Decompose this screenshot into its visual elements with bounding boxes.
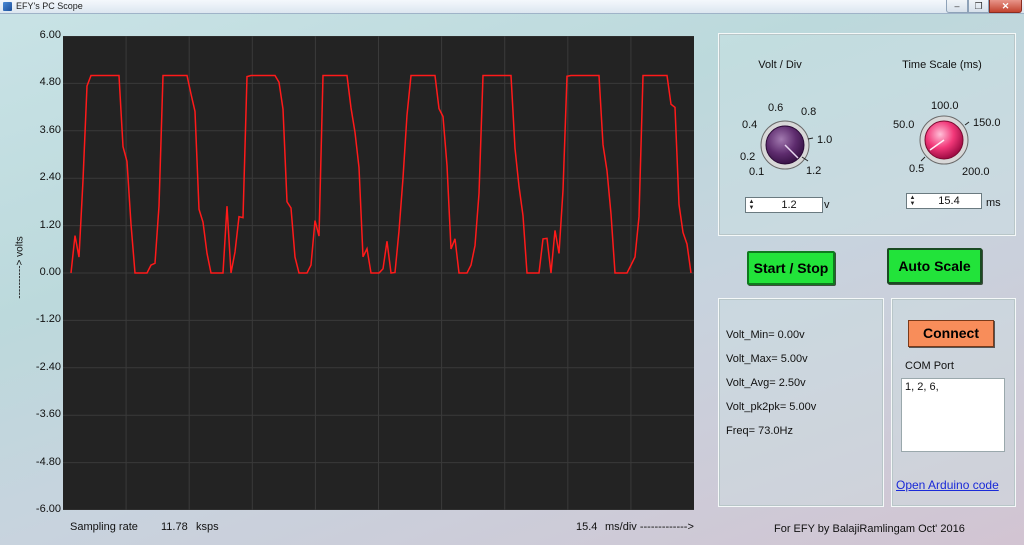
ms-div-value: 15.4 (576, 521, 598, 533)
time-scale-spinbox[interactable]: ▲ ▼ 15.4 (906, 193, 982, 209)
window-title: EFY's PC Scope (16, 1, 83, 11)
volt-dial-0.8: 0.8 (801, 106, 817, 118)
time-dial-50: 50.0 (893, 119, 915, 131)
app-icon (3, 2, 12, 11)
volt-min-readout: Volt_Min= 0.00v (726, 329, 805, 341)
y-tick-label: 2.40 (39, 171, 61, 184)
time-scale-label: Time Scale (ms) (902, 59, 982, 71)
sampling-rate-unit: ksps (196, 521, 219, 533)
scope-plot (63, 36, 694, 510)
volt-spin-arrows[interactable]: ▲ ▼ (747, 199, 756, 211)
volt-div-spinbox[interactable]: ▲ ▼ 1.2 (745, 197, 823, 213)
title-bar: EFY's PC Scope ‒ ❐ ✕ (0, 0, 1024, 14)
y-tick-label: 6.00 (39, 29, 61, 41)
y-tick-label: 1.20 (39, 218, 61, 231)
volt-dial-1.0: 1.0 (817, 134, 833, 146)
y-tick-label: -3.60 (35, 408, 61, 421)
minimize-button[interactable]: ‒ (946, 0, 968, 13)
auto-scale-button[interactable]: Auto Scale (887, 248, 982, 284)
close-button[interactable]: ✕ (989, 0, 1022, 13)
volt-dial-0.4: 0.4 (742, 119, 758, 131)
volt-pk2pk-readout: Volt_pk2pk= 5.00v (726, 401, 817, 413)
volt-div-unit: v (824, 199, 830, 211)
sampling-rate-value: 11.78 (161, 521, 188, 533)
volt-div-knob[interactable] (756, 119, 818, 171)
time-dial-150: 150.0 (973, 117, 1001, 129)
y-tick-label: 3.60 (39, 123, 61, 136)
com-port-label: COM Port (905, 360, 954, 372)
time-scale-knob[interactable] (915, 113, 975, 167)
volt-dial-0.2: 0.2 (740, 151, 756, 163)
connect-button[interactable]: Connect (908, 320, 994, 347)
y-tick-label: -1.20 (35, 313, 61, 326)
com-port-list[interactable]: 1, 2, 6, (901, 378, 1005, 452)
y-tick-label: 0.00 (39, 266, 61, 278)
freq-readout: Freq= 73.0Hz (726, 425, 793, 437)
credit-text: For EFY by BalajiRamlingam Oct' 2016 (774, 523, 965, 535)
volt-max-readout: Volt_Max= 5.00v (726, 353, 808, 365)
y-axis-title: ----------> volts (14, 236, 26, 299)
time-scale-value[interactable]: 15.4 (919, 195, 979, 207)
y-tick-label: -6.00 (35, 503, 61, 515)
sampling-rate-label: Sampling rate (70, 521, 138, 533)
time-spin-down-icon[interactable]: ▼ (908, 201, 917, 207)
volt-avg-readout: Volt_Avg= 2.50v (726, 377, 806, 389)
time-spin-arrows[interactable]: ▲ ▼ (908, 195, 917, 207)
maximize-button[interactable]: ❐ (968, 0, 989, 13)
y-tick-label: -2.40 (35, 360, 61, 373)
start-stop-button[interactable]: Start / Stop (747, 251, 835, 285)
volt-spin-down-icon[interactable]: ▼ (747, 205, 756, 211)
time-dial-100: 100.0 (931, 100, 959, 112)
ms-div-label: ms/div -------------> (605, 521, 694, 533)
volt-dial-0.6: 0.6 (768, 102, 784, 114)
y-tick-label: 4.80 (39, 76, 61, 89)
time-dial-200: 200.0 (962, 166, 990, 178)
volt-div-label: Volt / Div (758, 59, 802, 71)
open-arduino-code-link[interactable]: Open Arduino code (896, 478, 999, 492)
y-tick-label: -4.80 (35, 455, 61, 468)
time-scale-unit: ms (986, 197, 1001, 209)
volt-div-value[interactable]: 1.2 (758, 199, 820, 211)
